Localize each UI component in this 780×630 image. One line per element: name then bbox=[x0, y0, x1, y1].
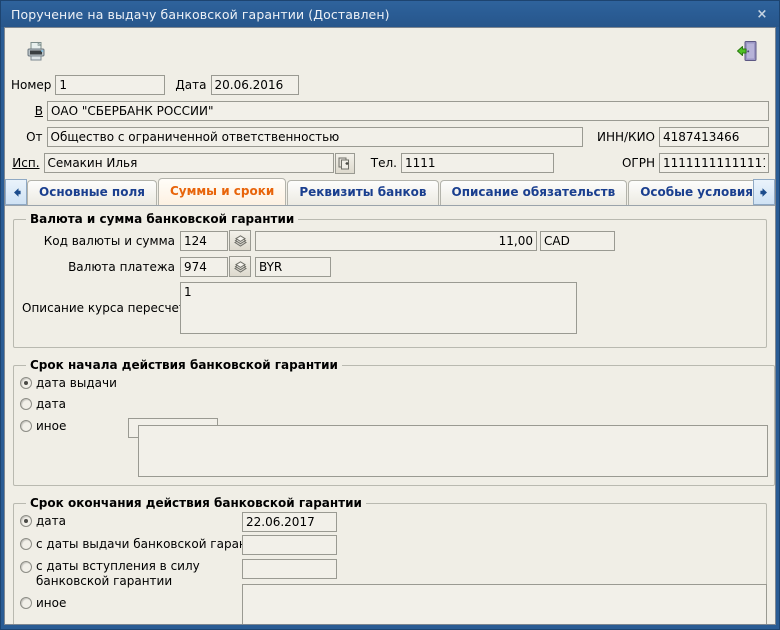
start-other-textarea[interactable] bbox=[138, 425, 768, 477]
rate-description-row: Описание курса пересчета 1 bbox=[20, 282, 760, 334]
arrow-right-icon bbox=[759, 187, 767, 197]
end-radio-other[interactable] bbox=[20, 597, 32, 609]
print-button[interactable] bbox=[21, 36, 51, 66]
phone-label: Тел. bbox=[370, 156, 397, 170]
start-other-textarea-row bbox=[138, 425, 768, 477]
end-option-date-row: дата bbox=[20, 514, 66, 528]
sender-label: От bbox=[26, 130, 43, 144]
payment-currency-name-input[interactable] bbox=[255, 256, 331, 277]
toolbar bbox=[5, 28, 775, 74]
end-from-issue-input[interactable] bbox=[242, 535, 337, 555]
executor-row: Исп. Тел. ОГРН bbox=[11, 152, 769, 174]
end-radio-from-effective-date-label[interactable]: с даты вступления в силу банковской гара… bbox=[36, 559, 240, 589]
application-window: Поручение на выдачу банковской гарантии … bbox=[0, 0, 780, 630]
end-radio-date[interactable] bbox=[20, 515, 32, 527]
phone-input[interactable] bbox=[400, 153, 554, 173]
start-radio-issue-date-label[interactable]: дата выдачи bbox=[36, 376, 117, 390]
number-input[interactable] bbox=[55, 75, 166, 95]
inn-label: ИНН/КИО bbox=[596, 130, 655, 144]
end-date-group-legend: Срок окончания действия банковской гаран… bbox=[30, 496, 362, 510]
amount-input[interactable] bbox=[255, 230, 537, 251]
date-input[interactable] bbox=[210, 75, 299, 95]
ogrn-input[interactable] bbox=[659, 153, 769, 173]
rate-description-textarea[interactable]: 1 bbox=[180, 282, 577, 334]
start-option-issue-date-row: дата выдачи bbox=[20, 376, 768, 390]
tab-opisanie-obyazatelstv[interactable]: Описание обязательств bbox=[439, 180, 628, 205]
tab-bar: Основные поля Суммы и сроки Реквизиты ба… bbox=[5, 178, 775, 206]
document-header-fields: Номер Дата В От ИНН/КИО Исп. bbox=[5, 74, 775, 174]
end-radio-from-issue-date-label[interactable]: с даты выдачи банковской гарантии bbox=[36, 537, 269, 551]
executor-label: Исп. bbox=[12, 156, 40, 170]
currency-code-lookup-button[interactable] bbox=[229, 230, 251, 251]
end-radio-from-effective-date[interactable] bbox=[20, 561, 32, 573]
end-from-effective-input[interactable] bbox=[242, 559, 337, 579]
book-lookup-icon bbox=[233, 235, 247, 247]
tab-rekvizity-bankov[interactable]: Реквизиты банков bbox=[287, 180, 439, 205]
payment-currency-lookup-button[interactable] bbox=[229, 256, 251, 277]
currency-code-input[interactable] bbox=[180, 230, 228, 251]
executor-input[interactable] bbox=[43, 153, 334, 173]
end-radio-other-label[interactable]: иное bbox=[36, 596, 66, 610]
start-date-group-legend: Срок начала действия банковской гарантии bbox=[30, 358, 338, 372]
executor-picker-button[interactable] bbox=[334, 152, 355, 174]
start-radio-issue-date[interactable] bbox=[20, 377, 32, 389]
payment-currency-label: Валюта платежа bbox=[68, 259, 175, 274]
inn-input[interactable] bbox=[659, 127, 769, 147]
end-option-from-effective-row: с даты вступления в силу банковской гара… bbox=[20, 559, 240, 589]
rate-description-label: Описание курса пересчета bbox=[22, 301, 194, 315]
payment-currency-code-input[interactable] bbox=[180, 256, 228, 277]
recipient-row: В bbox=[11, 100, 769, 122]
recipient-label: В bbox=[34, 104, 43, 118]
sender-input[interactable] bbox=[46, 127, 583, 147]
start-radio-date-label[interactable]: дата bbox=[36, 397, 66, 411]
tab-osobye-usloviya[interactable]: Особые условия bbox=[628, 180, 753, 205]
tab-summy-i-sroki[interactable]: Суммы и сроки bbox=[157, 178, 287, 205]
printer-icon bbox=[27, 41, 45, 61]
window-title: Поручение на выдачу банковской гарантии … bbox=[11, 6, 390, 22]
start-radio-date[interactable] bbox=[20, 398, 32, 410]
window-client-area: Номер Дата В От ИНН/КИО Исп. bbox=[4, 27, 776, 625]
sender-row: От ИНН/КИО bbox=[11, 126, 769, 148]
end-option-from-issue-row: с даты выдачи банковской гарантии bbox=[20, 537, 269, 551]
exit-button[interactable] bbox=[733, 36, 763, 66]
end-date-input[interactable] bbox=[242, 512, 337, 532]
start-option-date-row: дата bbox=[20, 397, 768, 411]
end-date-group: Срок окончания действия банковской гаран… bbox=[13, 496, 767, 624]
tab-osnovnye-polya[interactable]: Основные поля bbox=[27, 180, 157, 205]
recipient-input[interactable] bbox=[46, 101, 769, 121]
tab-list: Основные поля Суммы и сроки Реквизиты ба… bbox=[27, 177, 753, 205]
tab-page-summy-i-sroki: Валюта и сумма банковской гарантии Код в… bbox=[5, 206, 775, 624]
end-radio-from-issue-date[interactable] bbox=[20, 538, 32, 550]
ogrn-label: ОГРН bbox=[621, 156, 655, 170]
start-radio-other[interactable] bbox=[20, 420, 32, 432]
payment-currency-row: Валюта платежа bbox=[20, 256, 760, 277]
exit-door-icon bbox=[737, 41, 757, 61]
start-radio-other-label[interactable]: иное bbox=[36, 419, 66, 433]
currency-group: Валюта и сумма банковской гарантии Код в… bbox=[13, 212, 767, 348]
end-other-textarea[interactable] bbox=[242, 584, 767, 624]
code-amount-label: Код валюты и сумма bbox=[43, 233, 175, 248]
currency-group-legend: Валюта и сумма банковской гарантии bbox=[30, 212, 295, 226]
arrow-left-icon bbox=[13, 187, 21, 197]
date-label: Дата bbox=[175, 78, 207, 92]
tab-scroll-right-button[interactable] bbox=[753, 179, 775, 205]
code-amount-row: Код валюты и сумма bbox=[20, 230, 760, 251]
book-lookup-icon bbox=[233, 261, 247, 273]
start-date-group: Срок начала действия банковской гарантии… bbox=[13, 358, 775, 486]
close-window-button[interactable]: × bbox=[751, 5, 773, 23]
copy-add-icon bbox=[338, 157, 350, 169]
end-option-other-row: иное bbox=[20, 596, 66, 610]
currency-name-input[interactable] bbox=[540, 230, 615, 251]
end-radio-date-label[interactable]: дата bbox=[36, 514, 66, 528]
number-label: Номер bbox=[11, 78, 52, 92]
number-date-row: Номер Дата bbox=[11, 74, 769, 96]
window-titlebar: Поручение на выдачу банковской гарантии … bbox=[1, 1, 779, 27]
tab-scroll-left-button[interactable] bbox=[5, 179, 27, 205]
